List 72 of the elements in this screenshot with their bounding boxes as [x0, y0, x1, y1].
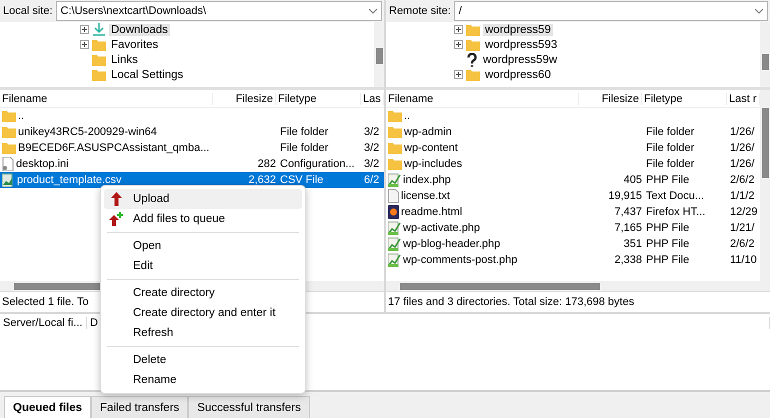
- browser-file-icon: [388, 205, 399, 219]
- add-upload-icon: [109, 212, 123, 226]
- menu-item[interactable]: Rename: [104, 370, 302, 390]
- script-file-icon: [388, 221, 401, 235]
- tree-item[interactable]: Local Settings: [109, 68, 186, 80]
- script-file-icon: [388, 173, 401, 187]
- question-icon: [466, 52, 478, 66]
- folder-icon: [466, 68, 480, 80]
- menu-item[interactable]: Delete: [104, 350, 302, 370]
- tab[interactable]: Queued files: [4, 396, 92, 418]
- column-header[interactable]: Filename: [386, 92, 579, 104]
- tree-item[interactable]: wordpress59w: [481, 54, 560, 66]
- scrollbar-thumb[interactable]: [376, 48, 382, 64]
- tree-item[interactable]: wordpress60: [483, 68, 553, 80]
- menu-item[interactable]: Add files to queue: [104, 209, 302, 229]
- file-row[interactable]: wp-admin File folder 1/26/: [386, 124, 760, 140]
- site-label: Local site:: [2, 5, 54, 17]
- path-field[interactable]: /: [454, 1, 768, 21]
- tree-item[interactable]: Links: [109, 54, 140, 66]
- column-header[interactable]: Filetype: [642, 92, 727, 104]
- tab[interactable]: Successful transfers: [188, 396, 310, 418]
- script-file-icon: [388, 253, 401, 267]
- scrollbar-thumb[interactable]: [762, 54, 768, 70]
- file-row[interactable]: index.php 405 PHP File 2/6/2: [386, 172, 760, 188]
- download-icon: [92, 23, 106, 36]
- tree-item[interactable]: Favorites: [109, 38, 160, 50]
- file-row[interactable]: wp-content File folder 1/26/: [386, 140, 760, 156]
- folder-icon: [2, 142, 16, 154]
- dropdown-caret-icon: [755, 8, 763, 14]
- file-row[interactable]: readme.html 7,437 Firefox HT... 12/29: [386, 204, 760, 220]
- file-row[interactable]: desktop.ini 282 Configuration... 3/2: [0, 156, 384, 172]
- folder-icon: [388, 126, 402, 138]
- file-row[interactable]: unikey43RC5-200929-win64 File folder 3/2: [0, 124, 384, 140]
- column-header[interactable]: Filesize: [213, 92, 276, 104]
- file-row[interactable]: wp-activate.php 7,165 PHP File 1/21/: [386, 220, 760, 236]
- scrollbar-thumb[interactable]: [400, 282, 600, 290]
- column-header[interactable]: Las: [361, 92, 384, 104]
- folder-icon: [2, 126, 16, 138]
- path-field[interactable]: C:\Users\nextcart\Downloads\: [56, 1, 382, 21]
- folder-icon: [388, 142, 402, 154]
- spreadsheet-icon: [2, 173, 15, 187]
- file-row[interactable]: wp-comments-post.php 2,338 PHP File 11/10: [386, 252, 760, 268]
- tab[interactable]: Failed transfers: [91, 396, 188, 418]
- menu-item[interactable]: Edit: [104, 256, 302, 276]
- folder-icon: [388, 110, 402, 122]
- folder-icon: [466, 38, 480, 50]
- dropdown-caret-icon: [369, 8, 377, 14]
- folder-icon: [2, 110, 16, 122]
- scrollbar-thumb[interactable]: [762, 108, 768, 178]
- column-header[interactable]: Filetype: [276, 92, 361, 104]
- column-header[interactable]: Filesize: [579, 92, 642, 104]
- menu-item[interactable]: Open: [104, 236, 302, 256]
- file-row[interactable]: wp-blog-header.php 351 PHP File 2/6/2: [386, 236, 760, 252]
- menu-item[interactable]: Upload: [104, 189, 302, 209]
- up-arrow-icon: [110, 192, 122, 206]
- tree-item[interactable]: wordpress593: [483, 38, 560, 50]
- folder-icon: [92, 38, 106, 50]
- column-header[interactable]: Filename: [0, 92, 213, 104]
- file-row[interactable]: B9ECED6F.ASUSPCAssistant_qmba... File folder 3/2: [0, 140, 384, 156]
- file-row[interactable]: ..: [0, 108, 384, 124]
- tree-item[interactable]: wordpress59: [483, 24, 553, 36]
- tree-item[interactable]: Downloads: [109, 24, 170, 36]
- site-label: Remote site:: [388, 5, 452, 17]
- file-row[interactable]: wp-includes File folder 1/26/: [386, 156, 760, 172]
- script-file-icon: [388, 237, 401, 251]
- folder-icon: [388, 158, 402, 170]
- file-row[interactable]: product_template.csv 2,632 CSV File 6/2: [0, 172, 384, 188]
- column-header[interactable]: Server/Local fi...: [0, 317, 87, 329]
- file-row[interactable]: license.txt 19,915 Text Docu... 1/1/2: [386, 188, 760, 204]
- folder-icon: [92, 54, 106, 66]
- file-row[interactable]: ..: [386, 108, 760, 124]
- folder-icon: [92, 68, 106, 80]
